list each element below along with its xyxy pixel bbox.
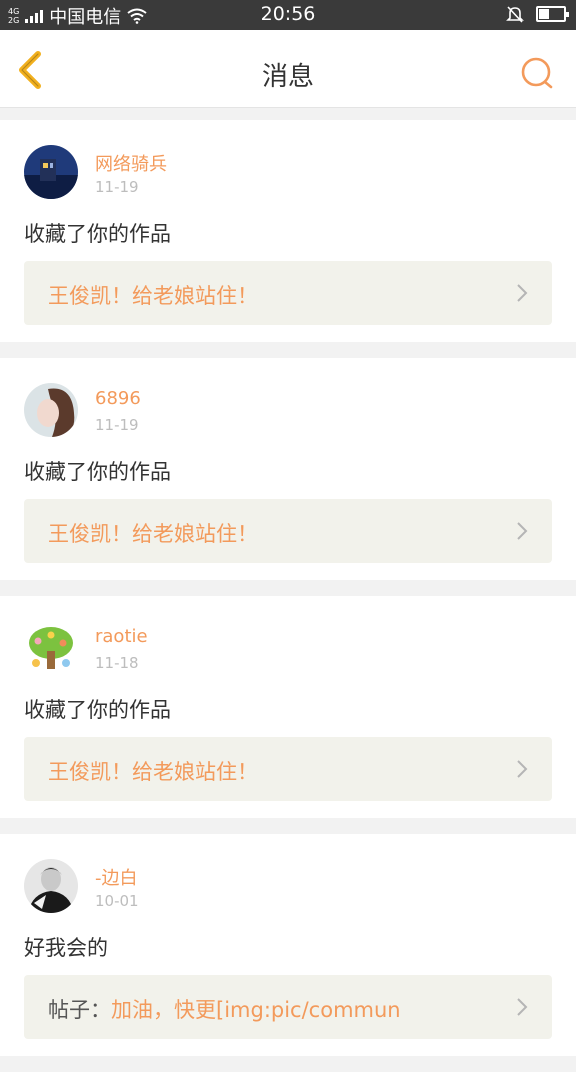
username[interactable]: 6896 — [95, 388, 141, 409]
referenced-post-title: 帖子：加油，快更[img:pic/commun — [48, 998, 401, 1022]
bell-muted-icon — [506, 6, 524, 23]
status-bar: 4G 2G 中国电信 20:56 — [0, 0, 576, 30]
message-card: 6896 11-19 收藏了你的作品 王俊凯！给老娘站住！ — [0, 358, 576, 580]
referenced-post-title: 王俊凯！给老娘站住！ — [48, 284, 258, 308]
message-list: 网络骑兵 11-19 收藏了你的作品 王俊凯！给老娘站住！ 6896 11-19… — [0, 120, 576, 1072]
message-card: -边白 10-01 好我会的 帖子：加油，快更[img:pic/commun — [0, 834, 576, 1056]
message-text: 收藏了你的作品 — [24, 222, 171, 246]
nav-bar: 消息 — [0, 30, 576, 108]
message-card: 网络骑兵 11-19 收藏了你的作品 王俊凯！给老娘站住！ — [0, 120, 576, 342]
avatar[interactable] — [24, 383, 78, 437]
message-text: 好我会的 — [24, 936, 108, 960]
avatar[interactable] — [24, 859, 78, 913]
chevron-right-icon — [517, 760, 528, 778]
avatar[interactable] — [24, 621, 78, 675]
girl-portrait-avatar — [24, 383, 78, 437]
page-title: 消息 — [261, 62, 314, 92]
username[interactable]: raotie — [95, 626, 148, 647]
battery-icon — [536, 6, 569, 22]
night-photo-avatar — [24, 145, 78, 199]
referenced-post-title: 王俊凯！给老娘站住！ — [48, 522, 258, 546]
cartoon-tree-avatar — [24, 621, 78, 675]
message-card: raotie 11-18 收藏了你的作品 王俊凯！给老娘站住！ — [0, 596, 576, 818]
referenced-post-title: 王俊凯！给老娘站住！ — [48, 760, 258, 784]
chevron-right-icon — [517, 998, 528, 1016]
message-date: 11-18 — [95, 654, 139, 672]
message-date: 10-01 — [95, 892, 139, 910]
avatar[interactable] — [24, 145, 78, 199]
chevron-right-icon — [517, 522, 528, 540]
referenced-post[interactable]: 王俊凯！给老娘站住！ — [24, 261, 552, 325]
message-text: 收藏了你的作品 — [24, 460, 171, 484]
referenced-post[interactable]: 帖子：加油，快更[img:pic/commun — [24, 975, 552, 1039]
referenced-post[interactable]: 王俊凯！给老娘站住！ — [24, 499, 552, 563]
message-text: 收藏了你的作品 — [24, 698, 171, 722]
search-icon[interactable] — [520, 56, 554, 90]
message-date: 11-19 — [95, 416, 139, 434]
referenced-post[interactable]: 王俊凯！给老娘站住！ — [24, 737, 552, 801]
status-time: 20:56 — [260, 3, 316, 25]
message-date: 11-19 — [95, 178, 139, 196]
chevron-right-icon — [517, 284, 528, 302]
bw-portrait-avatar — [24, 859, 78, 913]
username[interactable]: 网络骑兵 — [95, 150, 167, 176]
username[interactable]: -边白 — [95, 864, 138, 890]
